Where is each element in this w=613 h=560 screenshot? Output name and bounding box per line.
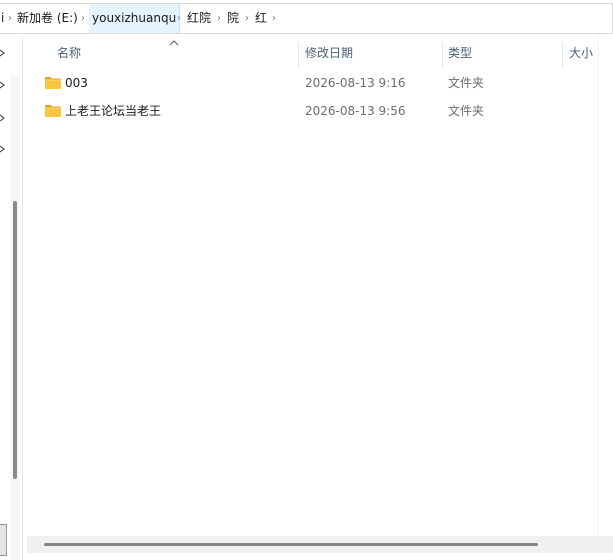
chevron-right-icon[interactable]: › bbox=[81, 4, 85, 33]
column-header-type[interactable]: 类型 bbox=[443, 40, 561, 68]
expand-chevron-icon[interactable] bbox=[0, 80, 6, 90]
breadcrumb-item-hongyuan[interactable]: 红院 bbox=[187, 4, 211, 33]
breadcrumb-item-hong[interactable]: 红 bbox=[255, 4, 267, 33]
column-divider[interactable] bbox=[562, 42, 563, 68]
breadcrumb-item-root[interactable]: i bbox=[1, 4, 4, 33]
chevron-right-icon[interactable]: › bbox=[8, 4, 12, 33]
column-header-size[interactable]: 大小 bbox=[564, 40, 598, 68]
file-list: 名称 修改日期 类型 大小 003 2026-08-13 9:16 文件夹 上老… bbox=[23, 36, 613, 560]
vertical-scrollbar[interactable] bbox=[598, 36, 613, 536]
column-header-name[interactable]: 名称 bbox=[52, 40, 298, 68]
file-row-003[interactable]: 003 2026-08-13 9:16 文件夹 bbox=[23, 70, 598, 97]
horizontal-scrollbar[interactable] bbox=[27, 536, 613, 553]
expand-chevron-icon[interactable] bbox=[0, 113, 6, 123]
file-name[interactable]: 上老王论坛当老王 bbox=[65, 98, 161, 125]
file-name[interactable]: 003 bbox=[65, 70, 88, 97]
chevron-right-icon[interactable]: › bbox=[272, 4, 276, 33]
expand-chevron-icon[interactable] bbox=[0, 144, 6, 154]
horizontal-scrollbar-thumb[interactable] bbox=[44, 543, 538, 546]
breadcrumb-item-drive[interactable]: 新加卷 (E:) bbox=[17, 4, 78, 33]
navigation-selected-item[interactable] bbox=[0, 524, 7, 556]
column-header-row: 名称 修改日期 类型 大小 bbox=[23, 40, 613, 68]
chevron-right-icon[interactable]: › bbox=[177, 4, 181, 33]
file-type: 文件夹 bbox=[448, 104, 485, 118]
breadcrumb-item-yuan[interactable]: 院 bbox=[227, 4, 239, 33]
expand-chevron-icon[interactable] bbox=[0, 48, 6, 58]
folder-icon bbox=[44, 104, 62, 118]
chevron-right-icon[interactable]: › bbox=[245, 4, 249, 33]
breadcrumb-item-youxizhuanqu[interactable]: youxizhuanqu bbox=[89, 4, 181, 33]
column-divider[interactable] bbox=[298, 42, 299, 68]
file-row-laowang[interactable]: 上老王论坛当老王 2026-08-13 9:56 文件夹 bbox=[23, 98, 598, 125]
column-header-date[interactable]: 修改日期 bbox=[300, 40, 442, 68]
folder-icon bbox=[44, 76, 62, 90]
file-modified-date: 2026-08-13 9:16 bbox=[305, 76, 406, 90]
file-modified-date: 2026-08-13 9:56 bbox=[305, 104, 406, 118]
address-bar[interactable]: i › 新加卷 (E:) › youxizhuanqu › 红院 › 院 › 红… bbox=[0, 3, 613, 34]
file-type: 文件夹 bbox=[448, 76, 485, 90]
chevron-right-icon[interactable]: › bbox=[217, 4, 221, 33]
navigation-pane bbox=[0, 36, 22, 560]
navigation-scrollbar-thumb[interactable] bbox=[13, 201, 17, 479]
